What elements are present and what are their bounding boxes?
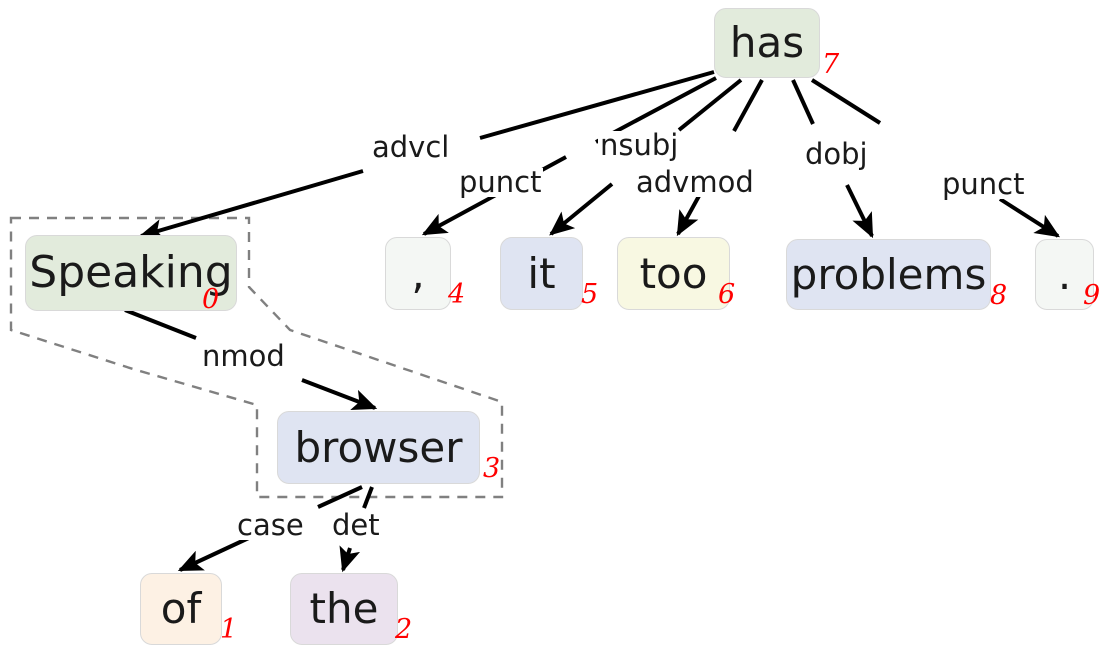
edge-line-dobj — [845, 184, 874, 239]
token-node-label: , — [411, 248, 425, 298]
edge-line-nsubj — [677, 78, 743, 132]
token-node-label: . — [1057, 249, 1072, 299]
edge-line-dobj — [791, 79, 815, 125]
edge-line-punct — [810, 78, 882, 125]
token-node-2[interactable]: the — [290, 573, 398, 645]
token-index-2: 2 — [395, 614, 413, 645]
token-node-7[interactable]: has — [714, 8, 820, 78]
edge-line-nmod — [124, 308, 197, 340]
dependency-label-nmod: nmod — [200, 339, 287, 373]
token-node-label: browser — [294, 422, 463, 472]
token-node-label: of — [160, 584, 202, 633]
graph-edges-layer — [9, 70, 1061, 573]
dependency-tree-canvas: Speaking 0 of 1 the 2 browser 3, 4 it 5 too 6 has 7 pro… — [0, 0, 1107, 664]
token-index-5: 5 — [581, 279, 599, 310]
token-index-8: 8 — [990, 280, 1008, 311]
dependency-label-nsubj: nsubj — [598, 128, 681, 162]
token-index-7: 7 — [822, 49, 840, 80]
edge-line-det — [339, 545, 361, 573]
token-node-3[interactable]: browser — [277, 411, 480, 484]
dependency-label-punct: punct — [457, 165, 544, 199]
token-node-5[interactable]: it — [500, 237, 583, 310]
token-node-label: too — [639, 248, 708, 298]
token-index-1: 1 — [220, 614, 238, 645]
dependency-label-advcl: advcl — [370, 130, 452, 164]
dependency-label-punct: punct — [940, 167, 1027, 201]
token-node-label: the — [309, 584, 379, 633]
dependency-label-dobj: dobj — [803, 137, 870, 171]
dependency-label-advmod: advmod — [634, 165, 756, 199]
token-node-4[interactable]: , — [385, 237, 451, 310]
edge-line-punct — [998, 197, 1061, 238]
token-node-8[interactable]: problems — [786, 239, 991, 310]
edge-line-layer — [124, 70, 1061, 573]
edge-line-advcl — [138, 169, 364, 241]
token-index-0: 0 — [202, 284, 220, 315]
edge-line-advmod — [732, 79, 764, 132]
token-node-1[interactable]: of — [140, 573, 222, 645]
token-node-label: it — [527, 248, 556, 298]
token-index-9: 9 — [1083, 280, 1101, 311]
token-node-6[interactable]: too — [617, 237, 730, 310]
dependency-label-case: case — [235, 508, 306, 542]
edge-line-nsubj — [549, 182, 614, 236]
token-node-label: has — [729, 18, 805, 67]
token-node-label: problems — [790, 249, 987, 299]
edge-line-nmod — [301, 378, 378, 411]
dependency-label-det: det — [330, 508, 382, 542]
token-index-6: 6 — [718, 279, 736, 310]
token-index-4: 4 — [448, 279, 466, 310]
token-index-3: 3 — [483, 453, 501, 484]
